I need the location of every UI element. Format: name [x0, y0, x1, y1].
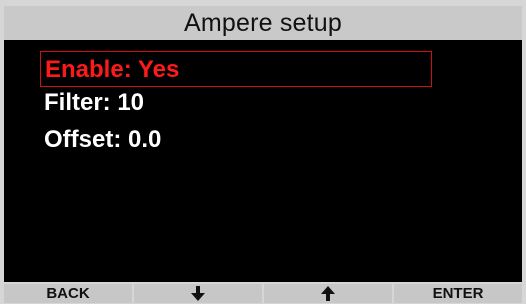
enter-button-label: ENTER — [432, 285, 484, 302]
menu-item-filter[interactable]: Filter: 10 — [44, 88, 144, 118]
page-title: Ampere setup — [183, 8, 343, 37]
menu-screen: Enable: Yes Filter: 10 Offset: 0.0 — [4, 40, 522, 282]
arrow-down-icon — [191, 286, 205, 301]
back-button-label: BACK — [46, 285, 90, 302]
back-button[interactable]: BACK — [4, 284, 132, 303]
softkey-bar: BACK ENTER — [4, 284, 522, 303]
title-bar: Ampere setup — [4, 6, 522, 40]
arrow-up-icon — [321, 286, 335, 301]
menu-item-enable[interactable]: Enable: Yes — [40, 51, 432, 87]
menu-item-offset[interactable]: Offset: 0.0 — [44, 125, 161, 155]
up-button[interactable] — [264, 284, 392, 303]
down-button[interactable] — [134, 284, 262, 303]
device-frame: Ampere setup Enable: Yes Filter: 10 Offs… — [0, 0, 526, 304]
enter-button[interactable]: ENTER — [394, 284, 522, 303]
